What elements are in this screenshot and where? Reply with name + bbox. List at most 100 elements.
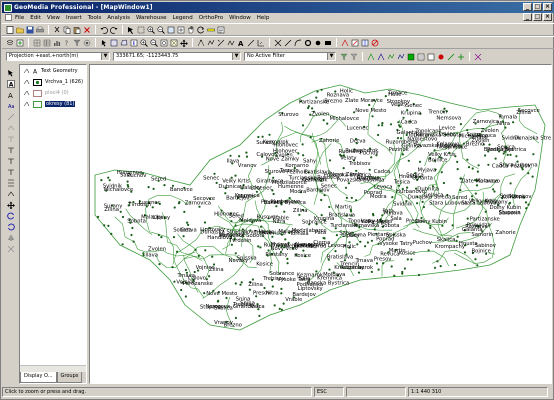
- zoom-in-2-icon[interactable]: [139, 38, 148, 47]
- town-point[interactable]: [348, 241, 351, 244]
- print-icon[interactable]: [35, 25, 44, 34]
- town-point[interactable]: [525, 207, 528, 210]
- tool-g-icon[interactable]: [426, 52, 435, 61]
- properties-icon[interactable]: [216, 25, 225, 34]
- town-point[interactable]: [307, 106, 310, 110]
- town-point[interactable]: [467, 166, 471, 169]
- chart-icon[interactable]: [52, 38, 61, 47]
- add-feature-icon[interactable]: [15, 38, 24, 47]
- town-point[interactable]: [280, 308, 283, 311]
- town-point[interactable]: [160, 236, 163, 239]
- edit-vertex-icon[interactable]: [340, 38, 349, 47]
- delete-icon[interactable]: [82, 25, 91, 34]
- menu-legend[interactable]: Legend: [173, 15, 193, 21]
- menu-view[interactable]: View: [47, 15, 60, 21]
- town-point[interactable]: [142, 252, 145, 255]
- town-point[interactable]: [384, 95, 387, 98]
- town-point[interactable]: [371, 115, 374, 118]
- town-point[interactable]: [322, 236, 325, 240]
- town-point[interactable]: [320, 88, 323, 91]
- town-point[interactable]: [422, 206, 425, 209]
- town-point[interactable]: [494, 157, 497, 160]
- town-point[interactable]: [487, 163, 490, 166]
- town-point[interactable]: [203, 292, 206, 295]
- town-point[interactable]: [476, 170, 479, 173]
- grid-icon[interactable]: [32, 38, 41, 47]
- draw-line-icon[interactable]: [283, 38, 292, 47]
- legend-entry-area-empty[interactable]: ploci4 (0): [23, 88, 69, 98]
- town-point[interactable]: [484, 154, 487, 157]
- place-point-icon[interactable]: [196, 38, 205, 47]
- town-point[interactable]: [364, 245, 367, 248]
- split-icon[interactable]: [360, 38, 369, 47]
- legend-entry-text[interactable]: A Text Geometry: [23, 66, 78, 76]
- town-point[interactable]: [355, 199, 358, 202]
- zoom-extent-icon[interactable]: [169, 38, 178, 47]
- town-point[interactable]: [463, 251, 467, 254]
- town-point[interactable]: [257, 245, 260, 248]
- text-tool-icon[interactable]: A: [6, 79, 15, 88]
- layers-icon[interactable]: [5, 38, 14, 47]
- town-point[interactable]: [215, 181, 218, 184]
- document-icon[interactable]: [5, 14, 12, 21]
- table-icon[interactable]: [42, 38, 51, 47]
- town-point[interactable]: [176, 250, 179, 253]
- town-point[interactable]: [492, 188, 495, 191]
- draw-arc-icon[interactable]: [293, 38, 302, 47]
- offset-icon[interactable]: [6, 178, 15, 187]
- doc-restore-button[interactable]: □: [533, 13, 542, 21]
- town-point[interactable]: [421, 200, 424, 203]
- town-point[interactable]: [183, 210, 186, 213]
- filter-apply-icon[interactable]: [349, 52, 358, 61]
- town-point[interactable]: [309, 136, 312, 139]
- tab-groups[interactable]: Groups: [56, 372, 83, 383]
- tool-j-icon[interactable]: [456, 52, 465, 61]
- vertex-icon[interactable]: [6, 123, 15, 132]
- town-point[interactable]: [429, 226, 432, 229]
- town-point[interactable]: [418, 160, 422, 163]
- town-point[interactable]: [216, 300, 219, 303]
- town-point[interactable]: [357, 271, 361, 274]
- town-point[interactable]: [433, 266, 437, 269]
- town-point[interactable]: [389, 123, 393, 126]
- label-tool-icon[interactable]: A: [6, 90, 15, 99]
- town-point[interactable]: [245, 151, 248, 154]
- town-point[interactable]: [278, 307, 281, 310]
- identify-icon[interactable]: i: [129, 38, 138, 47]
- town-point[interactable]: [184, 295, 187, 298]
- tool-a-icon[interactable]: [366, 52, 375, 61]
- town-point[interactable]: [512, 121, 515, 124]
- town-point[interactable]: [368, 168, 371, 171]
- town-point[interactable]: [126, 180, 129, 183]
- insert-arc-icon[interactable]: [216, 38, 225, 47]
- town-point[interactable]: [455, 239, 458, 242]
- town-point[interactable]: [368, 103, 371, 107]
- town-point[interactable]: [311, 107, 314, 110]
- town-point[interactable]: [234, 224, 237, 227]
- town-point[interactable]: [377, 268, 380, 271]
- town-point[interactable]: [532, 153, 535, 156]
- tool-b-icon[interactable]: [376, 52, 385, 61]
- town-point[interactable]: [248, 288, 251, 291]
- visibility-icon[interactable]: [23, 90, 30, 96]
- town-point[interactable]: [173, 280, 176, 283]
- town-point[interactable]: [173, 206, 176, 209]
- zoom-area-icon[interactable]: [166, 25, 175, 34]
- town-point[interactable]: [182, 235, 185, 238]
- town-point[interactable]: [142, 254, 145, 257]
- stop-icon[interactable]: [370, 38, 379, 47]
- town-point[interactable]: [283, 210, 286, 213]
- town-point[interactable]: [272, 192, 275, 196]
- town-point[interactable]: [527, 203, 530, 206]
- town-point[interactable]: [377, 124, 380, 127]
- town-point[interactable]: [403, 267, 406, 270]
- town-point[interactable]: [391, 196, 394, 199]
- town-point[interactable]: [474, 192, 477, 195]
- menu-analysis[interactable]: Analysis: [107, 15, 130, 21]
- zoom-out-icon[interactable]: [156, 25, 165, 34]
- menu-insert[interactable]: Insert: [66, 15, 82, 21]
- town-point[interactable]: [261, 135, 264, 138]
- town-point[interactable]: [370, 239, 373, 242]
- town-point[interactable]: [186, 221, 189, 224]
- town-point[interactable]: [263, 286, 266, 290]
